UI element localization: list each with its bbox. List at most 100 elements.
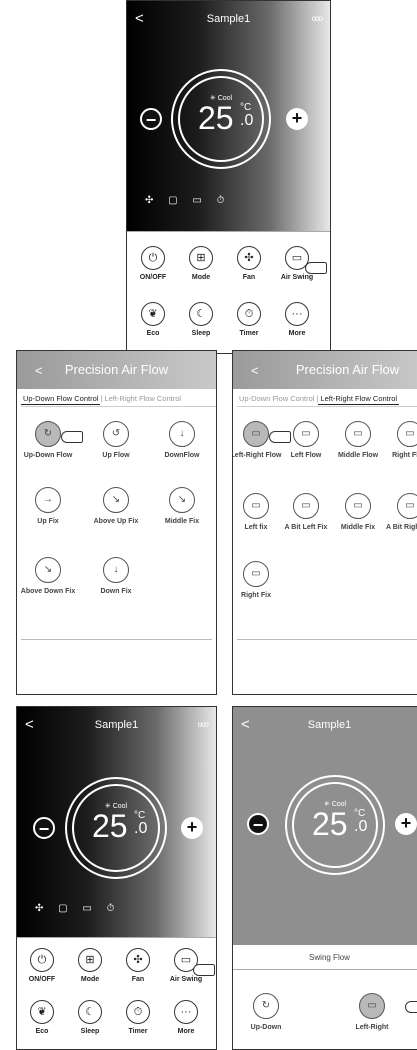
sleep-button[interactable]: ☾ Sleep (67, 1000, 113, 1035)
above-up-fix-icon: ↘ (103, 487, 129, 513)
fan-button[interactable]: ✣ Fan (226, 246, 272, 281)
swing-option-up-down[interactable]: ↻ Up-Down (237, 993, 295, 1032)
temperature-dial: ✳ Cool 25 °C .0 (285, 775, 385, 875)
above-down-fix-icon: ↘ (35, 557, 61, 583)
temp-down-button[interactable]: − (140, 108, 162, 130)
temperature-decimal: .0 (240, 112, 254, 129)
status-icons: ✣ ▢ ▭ ⏱ (35, 903, 121, 914)
option-right-flow[interactable]: ▭Right Flow (381, 421, 417, 460)
timer-icon: ⏱ (237, 302, 261, 326)
page-title: Precision Air Flow (295, 362, 400, 377)
left-right-swing-icon: ▭ (359, 993, 385, 1019)
more-icon: ··· (174, 1000, 198, 1024)
phone-screen-precision-leftright: < Precision Air Flow Up-Down Flow Contro… (232, 350, 417, 695)
mode-button[interactable]: ⊞ Mode (178, 246, 224, 281)
precision-header: < Precision Air Flow (17, 351, 216, 389)
device-name: Sample1 (94, 719, 139, 731)
menu-dots-icon[interactable]: ooo (312, 14, 323, 23)
up-down-swing-icon: ↻ (253, 993, 279, 1019)
temp-up-button[interactable]: + (181, 817, 203, 839)
phone-screen-precision-updown: < Precision Air Flow Up-Down Flow Contro… (16, 350, 217, 695)
control-panel: ⏻ ON/OFF ⊞ Mode ✣ Fan ▭ Air Swing ❦ Eco … (127, 231, 330, 353)
mode-button[interactable]: ⊞ Mode (67, 948, 113, 983)
down-fix-icon: ↓ (103, 557, 129, 583)
temp-down-button[interactable]: − (33, 817, 55, 839)
dial-inner: ✳ Cool 25 °C .0 (72, 784, 160, 872)
right-flow-icon: ▭ (397, 421, 417, 447)
eco-button[interactable]: ❦ Eco (19, 1000, 65, 1035)
a-bit-right-fix-icon: ▭ (397, 493, 417, 519)
pointing-hand-icon (193, 964, 215, 976)
tab-up-down[interactable]: Up-Down Flow Control (237, 393, 316, 404)
option-right-fix[interactable]: ▭ Right Fix (233, 561, 285, 600)
up-down-flow-icon: ↻ (35, 421, 61, 447)
more-icon: ··· (285, 302, 309, 326)
tab-left-right[interactable]: Left-Right Flow Control (102, 393, 183, 404)
sleep-icon: ☾ (189, 302, 213, 326)
eco-icon: ❦ (141, 302, 165, 326)
option-above-down-fix[interactable]: ↘ Above Down Fix (19, 557, 77, 596)
option-a-bit-left-fix[interactable]: ▭ A Bit Left Fix (277, 493, 335, 532)
left-fix-icon: ▭ (243, 493, 269, 519)
middle-fix-icon: ↘ (169, 487, 195, 513)
phone-screen-main: < Sample1 ooo ✳ Cool 25 °C .0 − + ✣ ▢ ▭ … (126, 0, 331, 354)
divider (21, 639, 212, 640)
dial-inner: ✳ Cool 25 °C .0 (292, 782, 378, 868)
more-button[interactable]: ··· More (163, 1000, 209, 1035)
temperature-decimal: .0 (354, 818, 368, 835)
flow-tabs: Up-Down Flow Control | Left-Right Flow Con… (237, 393, 417, 407)
option-middle-fix[interactable]: ▭ Middle Fix (329, 493, 387, 532)
title-bar: < Sample1 ooo (127, 9, 330, 31)
option-up-flow[interactable]: ↺ Up Flow (87, 421, 145, 460)
fan-button[interactable]: ✣ Fan (115, 948, 161, 983)
title-bar: < Sample1 (233, 715, 417, 737)
up-flow-icon: ↺ (103, 421, 129, 447)
timer-button[interactable]: ⏱ Timer (226, 302, 272, 337)
status-icons: ✣ ▢ ▭ ⏱ (145, 195, 231, 206)
control-panel: ⏻ ON/OFF ⊞ Mode ✣ Fan ▭ Air Swing ❦ Eco … (17, 937, 216, 1049)
page-title: Precision Air Flow (64, 362, 169, 377)
more-button[interactable]: ··· More (274, 302, 320, 337)
temperature-value: 25 (312, 806, 348, 842)
temperature-dial: ✳ Cool 25 °C .0 (65, 777, 167, 879)
dial-inner: ✳ Cool 25 °C .0 (178, 76, 264, 162)
sleep-icon: ☾ (78, 1000, 102, 1024)
temp-up-button[interactable]: + (395, 813, 417, 835)
option-up-fix[interactable]: → Up Fix (19, 487, 77, 526)
fan-icon: ✣ (237, 246, 261, 270)
temp-down-button[interactable]: − (247, 813, 269, 835)
up-fix-icon: → (35, 487, 61, 513)
down-flow-icon: ↓ (169, 421, 195, 447)
option-middle-fix[interactable]: ↘ Middle Fix (153, 487, 211, 526)
option-a-bit-right-fix[interactable]: ▭A Bit Right Fix (381, 493, 417, 532)
timer-button[interactable]: ⏱ Timer (115, 1000, 161, 1035)
swing-flow-title: Swing Flow (309, 953, 350, 962)
option-left-flow[interactable]: ▭ Left Flow (277, 421, 335, 460)
right-fix-icon: ▭ (243, 561, 269, 587)
menu-dots-icon[interactable]: ooo (198, 720, 209, 729)
tab-up-down[interactable]: Up-Down Flow Control (21, 393, 101, 405)
left-right-flow-icon: ▭ (243, 421, 269, 447)
tab-left-right[interactable]: Left-Right Flow Control (318, 393, 400, 405)
precision-header: < Precision Air Flow (233, 351, 417, 389)
pointing-hand-icon (61, 431, 83, 443)
phone-screen-swing-flow: < Sample1 ✳ Cool 25 °C .0 − + Swing Flow… (232, 706, 417, 1050)
mode-icon: ⊞ (78, 948, 102, 972)
power-icon: ⏻ (30, 948, 54, 972)
divider (233, 969, 417, 970)
sleep-button[interactable]: ☾ Sleep (178, 302, 224, 337)
option-down-flow[interactable]: ↓ DownFlow (153, 421, 211, 460)
swing-option-left-right[interactable]: ▭ Left-Right (343, 993, 401, 1032)
flow-tabs: Up-Down Flow Control | Left-Right Flow Con… (21, 393, 216, 407)
pointing-hand-icon (305, 262, 327, 274)
onoff-button[interactable]: ⏻ ON/OFF (130, 246, 176, 281)
option-middle-flow[interactable]: ▭ Middle Flow (329, 421, 387, 460)
eco-button[interactable]: ❦ Eco (130, 302, 176, 337)
option-above-up-fix[interactable]: ↘ Above Up Fix (87, 487, 145, 526)
temp-up-button[interactable]: + (286, 108, 308, 130)
device-name: Sample1 (307, 719, 352, 731)
pointing-hand-icon (405, 1001, 417, 1013)
a-bit-left-fix-icon: ▭ (293, 493, 319, 519)
onoff-button[interactable]: ⏻ ON/OFF (19, 948, 65, 983)
option-down-fix[interactable]: ↓ Down Fix (87, 557, 145, 596)
